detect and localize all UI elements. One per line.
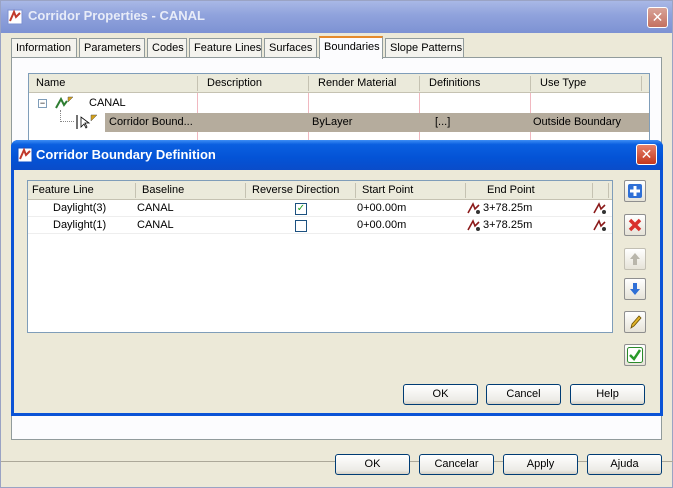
collapse-icon[interactable]: −: [38, 99, 47, 108]
dialog-title: Corridor Boundary Definition: [36, 147, 216, 162]
dialog-cancel-button[interactable]: Cancel: [486, 384, 561, 405]
baseline-cell: CANAL: [137, 202, 174, 214]
boundary-render-material[interactable]: ByLayer: [312, 116, 352, 128]
close-icon: ✕: [640, 146, 653, 162]
col-use-type[interactable]: Use Type: [540, 77, 586, 89]
end-point-cell[interactable]: 3+78.25m: [483, 219, 532, 231]
boundary-use-type[interactable]: Outside Boundary: [533, 116, 621, 128]
ok-button[interactable]: OK: [335, 454, 410, 475]
pick-station-icon[interactable]: [593, 202, 607, 215]
pick-station-icon[interactable]: [593, 219, 607, 232]
grid-header: Feature Line Baseline Reverse Direction …: [28, 181, 612, 200]
boundary-icon: [76, 114, 98, 129]
tab-feature-lines[interactable]: Feature Lines: [189, 38, 262, 58]
corridor-icon: [55, 96, 74, 109]
accept-button[interactable]: [624, 344, 646, 366]
table-row[interactable]: Daylight(3) CANAL ✓ 0+00.00m 3+78.25m: [28, 201, 612, 217]
civil3d-app-icon: [17, 147, 33, 163]
apply-button[interactable]: Apply: [503, 454, 578, 475]
boundary-definition-dialog: Corridor Boundary Definition ✕ Feature L…: [11, 140, 663, 416]
close-icon: ✕: [651, 9, 664, 25]
tab-information[interactable]: Information: [11, 38, 77, 58]
tree-row-boundary[interactable]: Corridor Bound... ByLayer [...] Outside …: [105, 113, 649, 132]
grid-header: Name Description Render Material Definit…: [29, 74, 649, 93]
add-boundary-button[interactable]: [624, 180, 646, 202]
dialog-close-button[interactable]: ✕: [636, 144, 657, 165]
move-down-button[interactable]: [624, 278, 646, 300]
dialog-ok-button[interactable]: OK: [403, 384, 478, 405]
col-feature-line[interactable]: Feature Line: [32, 184, 94, 196]
tree-connector: [60, 110, 74, 122]
start-point-cell[interactable]: 0+00.00m: [357, 202, 406, 214]
tab-parameters[interactable]: Parameters: [79, 38, 145, 58]
reverse-direction-checkbox[interactable]: ✓: [295, 203, 307, 215]
start-point-cell[interactable]: 0+00.00m: [357, 219, 406, 231]
col-definitions[interactable]: Definitions: [429, 77, 480, 89]
delete-boundary-button[interactable]: [624, 214, 646, 236]
tab-boundaries[interactable]: Boundaries: [319, 36, 383, 59]
dialog-title-bar: Corridor Boundary Definition ✕: [11, 140, 663, 170]
move-up-button[interactable]: [624, 248, 646, 270]
checkmark-icon: [627, 347, 643, 363]
col-start-point[interactable]: Start Point: [362, 184, 413, 196]
cancel-button[interactable]: Cancelar: [419, 454, 494, 475]
col-render-material[interactable]: Render Material: [318, 77, 396, 89]
end-point-cell[interactable]: 3+78.25m: [483, 202, 532, 214]
col-name[interactable]: Name: [36, 77, 65, 89]
arrow-down-icon: [630, 283, 640, 295]
col-baseline[interactable]: Baseline: [142, 184, 184, 196]
pick-station-icon[interactable]: [467, 202, 481, 215]
civil3d-app-icon: [7, 9, 23, 25]
window-title: Corridor Properties - CANAL: [28, 8, 205, 23]
tree-root-label: CANAL: [89, 97, 126, 109]
tab-slope-patterns[interactable]: Slope Patterns: [385, 38, 464, 58]
pencil-icon: [630, 315, 642, 329]
feature-line-cell: Daylight(1): [53, 219, 107, 231]
tab-surfaces[interactable]: Surfaces: [264, 38, 317, 58]
baseline-cell: CANAL: [137, 219, 174, 231]
pick-station-icon[interactable]: [467, 219, 481, 232]
feature-line-grid: Feature Line Baseline Reverse Direction …: [27, 180, 613, 333]
delete-icon: [628, 218, 642, 232]
col-reverse-direction[interactable]: Reverse Direction: [252, 184, 339, 196]
arrow-up-icon: [630, 253, 640, 265]
col-description[interactable]: Description: [207, 77, 262, 89]
help-button[interactable]: Ajuda: [587, 454, 662, 475]
title-bar: Corridor Properties - CANAL ✕: [1, 1, 672, 33]
tree-row-root[interactable]: − CANAL: [29, 94, 649, 113]
dialog-help-button[interactable]: Help: [570, 384, 645, 405]
tab-codes[interactable]: Codes: [147, 38, 187, 58]
col-end-point[interactable]: End Point: [487, 184, 535, 196]
boundary-definitions-button[interactable]: [...]: [435, 116, 450, 128]
feature-line-cell: Daylight(3): [53, 202, 107, 214]
dialog-body: Feature Line Baseline Reverse Direction …: [14, 170, 660, 413]
edit-button[interactable]: [624, 311, 646, 333]
reverse-direction-checkbox[interactable]: [295, 220, 307, 232]
close-button[interactable]: ✕: [647, 7, 668, 28]
table-row[interactable]: Daylight(1) CANAL 0+00.00m 3+78.25m: [28, 218, 612, 234]
boundary-name: Corridor Bound...: [109, 116, 193, 128]
add-icon: [628, 184, 642, 198]
